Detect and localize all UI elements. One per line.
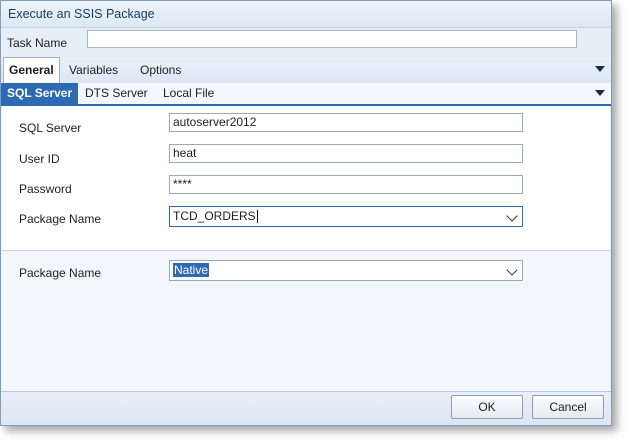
- sql-server-label: SQL Server: [19, 121, 82, 135]
- task-name-input[interactable]: [87, 30, 577, 48]
- sql-server-field[interactable]: autoserver2012: [169, 113, 523, 132]
- chevron-down-icon[interactable]: [506, 210, 518, 222]
- ok-button[interactable]: OK: [451, 395, 523, 419]
- package-type-combo[interactable]: Native: [169, 260, 523, 281]
- text-cursor: [256, 210, 258, 224]
- title-bar: Execute an SSIS Package: [1, 1, 611, 28]
- tab-options[interactable]: Options: [140, 57, 181, 83]
- tab-dts-server[interactable]: DTS Server: [85, 83, 148, 104]
- tab-variables[interactable]: Variables: [69, 57, 118, 83]
- package-type-panel: Package Name Native: [2, 251, 610, 391]
- tab-sql-server[interactable]: SQL Server: [1, 83, 79, 104]
- package-name-combo[interactable]: TCD_ORDERS: [169, 206, 523, 227]
- package-type-value: Native: [173, 263, 210, 277]
- package-name-value: TCD_ORDERS: [173, 209, 256, 223]
- connection-panel: SQL Server autoserver2012 User ID heat P…: [2, 106, 610, 250]
- tab-local-file[interactable]: Local File: [163, 83, 214, 104]
- password-label: Password: [19, 182, 72, 196]
- chevron-down-icon[interactable]: [506, 264, 518, 276]
- task-name-label: Task Name: [7, 36, 68, 50]
- package-name-label: Package Name: [19, 212, 102, 226]
- secondary-tab-bar: SQL Server DTS Server Local File: [1, 83, 611, 106]
- user-id-field[interactable]: heat: [169, 144, 523, 163]
- user-id-label: User ID: [19, 152, 60, 166]
- window-title: Execute an SSIS Package: [8, 7, 155, 21]
- cancel-button[interactable]: Cancel: [532, 395, 604, 419]
- primary-tab-bar: General Variables Options: [1, 57, 611, 84]
- dialog-window: Execute an SSIS Package Task Name Genera…: [0, 0, 612, 426]
- package-type-label: Package Name: [19, 266, 102, 280]
- tab-general[interactable]: General: [3, 57, 60, 84]
- chevron-down-icon[interactable]: [595, 66, 605, 72]
- chevron-down-icon[interactable]: [595, 90, 605, 96]
- password-field[interactable]: ****: [169, 175, 523, 194]
